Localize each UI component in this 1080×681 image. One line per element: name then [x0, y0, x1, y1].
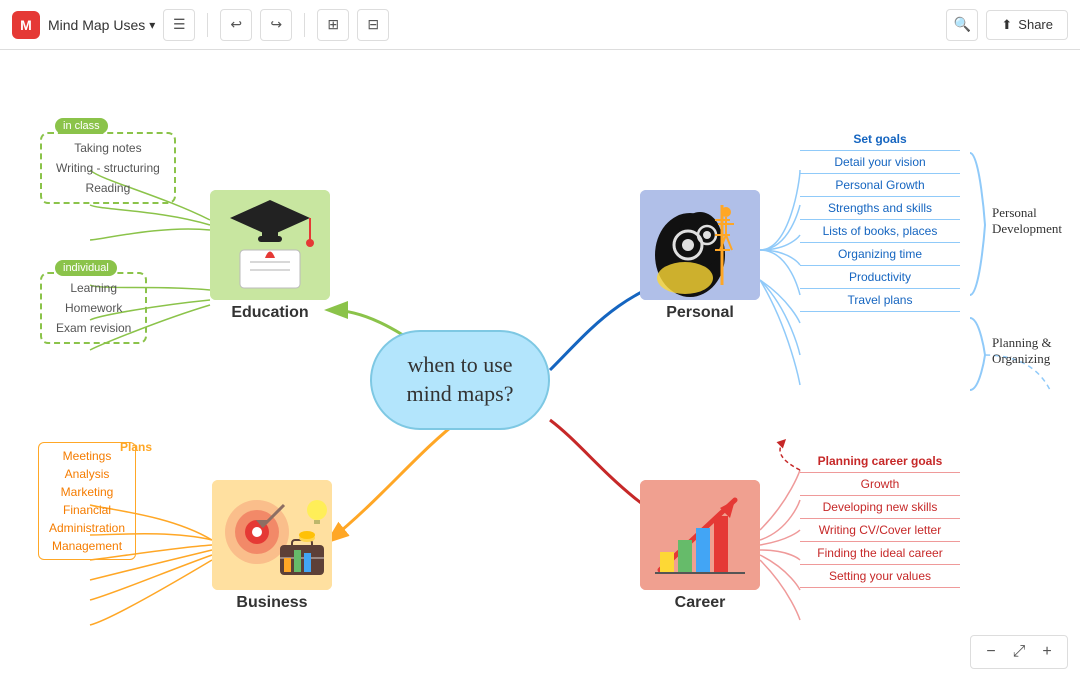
car-branch-growth[interactable]: Growth: [800, 473, 960, 496]
personal-branches: Set goals Detail your vision Personal Gr…: [800, 128, 960, 312]
career-branches: Planning career goals Growth Developing …: [800, 450, 960, 588]
biz-branch-admin[interactable]: Administration: [49, 519, 125, 537]
education-label: Education: [231, 304, 308, 322]
menu-button[interactable]: ☰: [163, 9, 195, 41]
biz-branch-analysis[interactable]: Analysis: [49, 465, 125, 483]
car-branch-values[interactable]: Setting your values: [800, 565, 960, 588]
pers-branch-travel[interactable]: Travel plans: [800, 289, 960, 312]
edu-inclass-box: Taking notes Writing - structuring Readi…: [40, 132, 176, 204]
separator2: [304, 13, 305, 37]
pers-branch-setgoals[interactable]: Set goals: [800, 128, 960, 151]
edu-branch-reading[interactable]: Reading: [48, 178, 168, 198]
pers-branch-strengths[interactable]: Strengths and skills: [800, 197, 960, 220]
car-branch-newskills[interactable]: Developing new skills: [800, 496, 960, 519]
zoom-fit-button[interactable]: ⤢: [1007, 640, 1031, 664]
zoom-in-button[interactable]: +: [1035, 640, 1059, 664]
zoom-controls: − ⤢ +: [970, 635, 1068, 669]
edu-branch-exam[interactable]: Exam revision: [48, 318, 139, 338]
redo-button[interactable]: ↪: [260, 9, 292, 41]
edu-branch-taking-notes[interactable]: Taking notes: [48, 138, 168, 158]
personal-node[interactable]: Personal: [640, 190, 760, 322]
career-image: [640, 480, 760, 590]
separator: [207, 13, 208, 37]
car-branch-planning[interactable]: Planning career goals: [800, 450, 960, 473]
pers-branch-productivity[interactable]: Productivity: [800, 266, 960, 289]
edu-branch-learning[interactable]: Learning: [48, 278, 139, 298]
edu-branch-writing[interactable]: Writing - structuring: [48, 158, 168, 178]
pers-branch-time[interactable]: Organizing time: [800, 243, 960, 266]
pers-branch-vision[interactable]: Detail your vision: [800, 151, 960, 174]
business-branches-box: Meetings Analysis Marketing Financial Ad…: [38, 442, 136, 560]
education-node[interactable]: Education: [210, 190, 330, 322]
pers-branch-growth[interactable]: Personal Growth: [800, 174, 960, 197]
zoom-out-button[interactable]: −: [979, 640, 1003, 664]
document-title[interactable]: Mind Map Uses ▾: [48, 17, 155, 33]
center-text: when to use mind maps?: [407, 351, 514, 408]
business-label: Business: [236, 594, 307, 612]
car-branch-cv[interactable]: Writing CV/Cover letter: [800, 519, 960, 542]
edu-branch-homework[interactable]: Homework: [48, 298, 139, 318]
business-node[interactable]: Business: [212, 480, 332, 612]
share-icon: ⬆: [1001, 17, 1012, 33]
personal-label: Personal: [666, 304, 734, 322]
career-node[interactable]: Career: [640, 480, 760, 612]
toolbar-right: 🔍 ⬆ Share: [946, 9, 1068, 41]
center-node[interactable]: when to use mind maps?: [370, 330, 550, 430]
biz-branch-management[interactable]: Management: [49, 537, 125, 555]
business-image: [212, 480, 332, 590]
layout-button[interactable]: ⊟: [357, 9, 389, 41]
edu-individual-box: Learning Homework Exam revision: [40, 272, 147, 344]
biz-branch-marketing[interactable]: Marketing: [49, 483, 125, 501]
mind-map-canvas[interactable]: when to use mind maps? Education: [0, 50, 1080, 681]
share-button[interactable]: ⬆ Share: [986, 10, 1068, 40]
career-label: Career: [675, 594, 726, 612]
undo-button[interactable]: ↩: [220, 9, 252, 41]
biz-branch-financial[interactable]: Financial: [49, 501, 125, 519]
app-logo: M: [12, 11, 40, 39]
toolbar: M Mind Map Uses ▾ ☰ ↩ ↪ ⊞ ⊟ 🔍 ⬆ Share: [0, 0, 1080, 50]
edu-individual-tag: individual: [55, 260, 117, 276]
biz-branch-meetings[interactable]: Meetings: [49, 447, 125, 465]
car-branch-idealcareer[interactable]: Finding the ideal career: [800, 542, 960, 565]
personal-dev-label: Personal Development: [992, 205, 1062, 237]
business-plans-label: Plans: [120, 440, 152, 454]
planning-label: Planning & Organizing: [992, 335, 1052, 367]
fit-button[interactable]: ⊞: [317, 9, 349, 41]
pers-branch-lists[interactable]: Lists of books, places: [800, 220, 960, 243]
education-image: [210, 190, 330, 300]
search-button[interactable]: 🔍: [946, 9, 978, 41]
edu-inclass-tag: in class: [55, 118, 108, 134]
personal-image: [640, 190, 760, 300]
